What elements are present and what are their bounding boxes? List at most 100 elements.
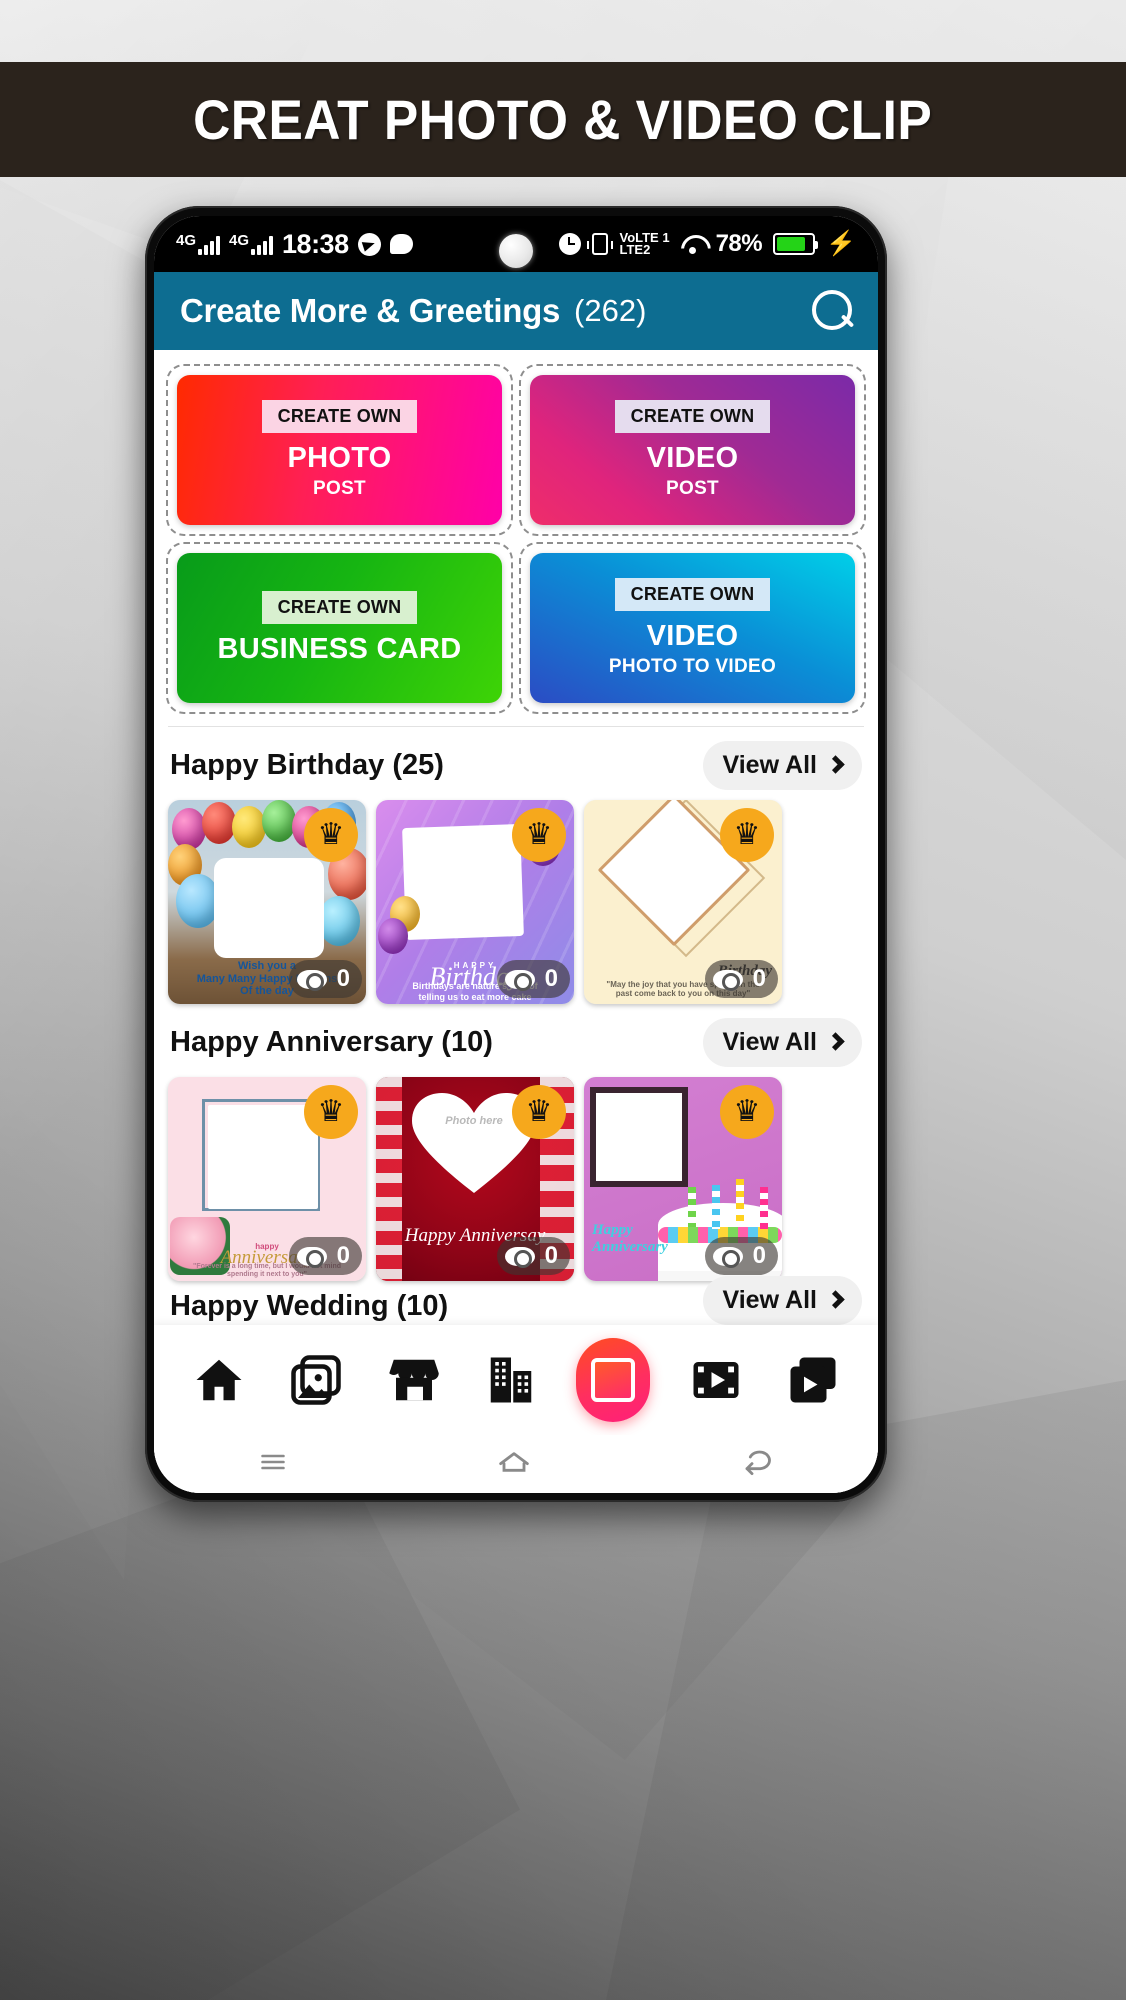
template-tile[interactable]: HAPPY Birthday Birthdays are nature's wa… xyxy=(376,800,574,1004)
system-back-button[interactable] xyxy=(737,1442,777,1487)
system-menu-button[interactable] xyxy=(255,1444,291,1485)
promo-banner: CREAT PHOTO & VIDEO CLIP xyxy=(0,62,1126,177)
page-title: Create More & Greetings xyxy=(180,292,561,329)
network-label: 4G xyxy=(229,232,250,249)
create-photo-to-video-slot[interactable]: CREATE OWN VIDEO PHOTO TO VIDEO xyxy=(519,542,866,714)
system-home-button[interactable] xyxy=(494,1442,534,1487)
create-own-photo-card[interactable]: CREATE OWN PHOTO POST xyxy=(177,375,502,525)
section-title-wedding: Happy Wedding (10) xyxy=(170,1290,449,1322)
promo-banner-text: CREAT PHOTO & VIDEO CLIP xyxy=(193,88,933,151)
home-icon xyxy=(499,1451,529,1472)
views-count: 0 xyxy=(544,1242,558,1269)
birthday-tile-row[interactable]: Wish you a Many Many Happy Returns Of the … xyxy=(154,800,878,1004)
network-label: 4G xyxy=(176,232,197,249)
create-card-subtitle: PHOTO TO VIDEO xyxy=(608,656,777,678)
vibrate-icon xyxy=(587,233,614,255)
nav-item-gallery[interactable] xyxy=(284,1348,348,1412)
section-title: Happy Birthday (25) xyxy=(170,749,444,781)
views-count: 0 xyxy=(752,1242,766,1269)
view-all-button-birthday[interactable]: View All xyxy=(702,741,862,790)
phone-screen: 4G 4G 18:38 VoLTE 1 LTE2 78% ⚡ Create Mo… xyxy=(154,216,878,1493)
chevron-right-icon xyxy=(826,754,845,774)
nav-item-buildings[interactable] xyxy=(479,1348,543,1412)
crown-icon: ♛ xyxy=(304,1085,358,1139)
message-icon xyxy=(389,234,413,254)
wifi-icon xyxy=(681,235,705,254)
views-count: 0 xyxy=(752,965,766,992)
eye-icon xyxy=(296,969,327,991)
crown-icon: ♛ xyxy=(512,1085,566,1139)
template-tile[interactable]: Happy Anniversary ♛ 0 xyxy=(584,1077,782,1281)
create-card-title: VIDEO xyxy=(646,441,739,474)
app-bar: Create More & Greetings (262) xyxy=(154,272,878,350)
signal-icon: 4G xyxy=(229,232,274,255)
chevron-right-icon xyxy=(826,1289,845,1309)
video-library-icon xyxy=(790,1357,836,1403)
frame-icon xyxy=(576,1338,651,1422)
create-card-chip: CREATE OWN xyxy=(614,399,771,433)
buildings-icon xyxy=(490,1357,532,1403)
template-tile[interactable]: Photo here Happy Anniversay ♛ 0 xyxy=(376,1077,574,1281)
views-count: 0 xyxy=(544,965,558,992)
volte-line2: LTE2 xyxy=(619,242,651,257)
crown-icon: ♛ xyxy=(720,808,774,862)
section-header-anniversary: Happy Anniversary (10) View All xyxy=(154,1004,878,1077)
create-card-title: PHOTO xyxy=(287,441,392,474)
create-own-photo-to-video-card[interactable]: CREATE OWN VIDEO PHOTO TO VIDEO xyxy=(530,553,855,703)
crown-icon: ♛ xyxy=(720,1085,774,1139)
create-own-video-card[interactable]: CREATE OWN VIDEO POST xyxy=(530,375,855,525)
template-tile[interactable]: happy Anniversary "Forever is a long tim… xyxy=(168,1077,366,1281)
create-business-card-slot[interactable]: CREATE OWN BUSINESS CARD xyxy=(166,542,513,714)
front-camera xyxy=(499,234,533,268)
volte-icon: VoLTE 1 LTE2 xyxy=(619,231,669,257)
nav-item-store[interactable] xyxy=(382,1348,446,1412)
eye-icon xyxy=(504,1246,535,1268)
create-own-business-card[interactable]: CREATE OWN BUSINESS CARD xyxy=(177,553,502,703)
view-all-label: View All xyxy=(722,1286,817,1314)
views-badge: 0 xyxy=(704,960,778,998)
create-card-chip: CREATE OWN xyxy=(261,591,418,625)
create-card-title: BUSINESS CARD xyxy=(217,633,462,666)
view-all-button-anniversary[interactable]: View All xyxy=(702,1018,862,1067)
nav-item-video-library[interactable] xyxy=(781,1348,845,1412)
search-icon[interactable] xyxy=(810,288,856,334)
anniversary-tile-row[interactable]: happy Anniversary "Forever is a long tim… xyxy=(154,1077,878,1281)
gallery-icon xyxy=(291,1355,341,1405)
eye-icon xyxy=(296,1246,327,1268)
nav-item-video-player[interactable] xyxy=(684,1348,748,1412)
nav-item-frame-active[interactable] xyxy=(576,1338,651,1422)
views-count: 0 xyxy=(336,1242,350,1269)
create-card-title: VIDEO xyxy=(646,619,739,652)
eye-icon xyxy=(504,969,535,991)
template-tile[interactable]: Wish you a Many Many Happy Returns Of the … xyxy=(168,800,366,1004)
create-grid: CREATE OWN PHOTO POST CREATE OWN VIDEO P… xyxy=(154,350,878,714)
create-photo-slot[interactable]: CREATE OWN PHOTO POST xyxy=(166,364,513,536)
eye-icon xyxy=(712,1246,743,1268)
battery-icon xyxy=(773,233,819,255)
system-navigation-bar[interactable] xyxy=(154,1435,878,1493)
back-icon xyxy=(745,1450,771,1475)
views-badge: 0 xyxy=(288,1237,362,1275)
view-all-label: View All xyxy=(722,751,817,779)
tile-script-title: Happy Anniversary xyxy=(592,1222,668,1255)
views-badge: 0 xyxy=(704,1237,778,1275)
views-badge: 0 xyxy=(496,960,570,998)
store-icon xyxy=(388,1359,439,1401)
crown-icon: ♛ xyxy=(512,808,566,862)
create-video-slot[interactable]: CREATE OWN VIDEO POST xyxy=(519,364,866,536)
alarm-icon xyxy=(559,233,582,255)
views-badge: 0 xyxy=(288,960,362,998)
nav-item-home[interactable] xyxy=(187,1348,251,1412)
page-title-count: (262) xyxy=(574,293,647,328)
chevron-right-icon xyxy=(826,1031,845,1051)
template-tile[interactable]: Birthday "May the joy that you have spre… xyxy=(584,800,782,1004)
create-card-subtitle: POST xyxy=(313,478,366,500)
status-clock: 18:38 xyxy=(282,228,349,259)
bottom-navigation-bar[interactable] xyxy=(154,1325,878,1435)
telegram-icon xyxy=(357,232,381,256)
signal-icon: 4G xyxy=(176,232,221,255)
video-player-icon xyxy=(693,1362,739,1398)
status-bar: 4G 4G 18:38 VoLTE 1 LTE2 78% ⚡ xyxy=(154,216,878,272)
view-all-button-wedding[interactable]: View All xyxy=(702,1276,862,1325)
create-card-subtitle: POST xyxy=(666,478,719,500)
